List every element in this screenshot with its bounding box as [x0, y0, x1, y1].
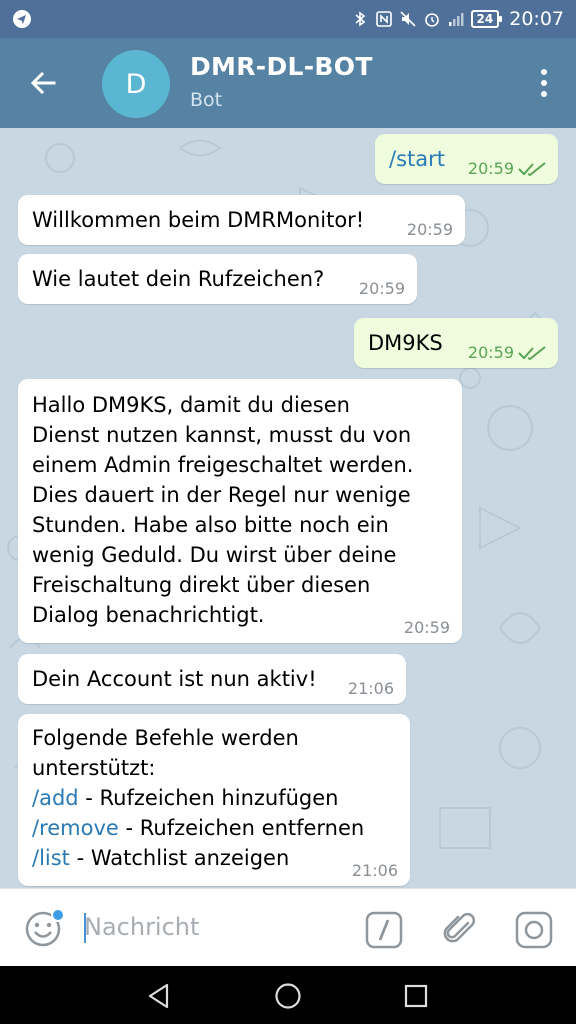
command-line: /remove - Rufzeichen entfernen: [32, 813, 364, 843]
message-line: Freischaltung direkt über diesen: [32, 573, 371, 597]
status-time: 20:07: [509, 8, 564, 30]
message-line: Dialog benachrichtigt.: [32, 603, 265, 627]
signal-icon: [448, 13, 464, 26]
chat-subtitle: Bot: [190, 89, 223, 111]
message-composer: [0, 888, 576, 966]
command-link-remove[interactable]: /remove: [32, 816, 119, 840]
message-line: Dienst nutzen kannst, musst du von: [32, 423, 412, 447]
message-time: 21:06: [347, 679, 394, 698]
bluetooth-icon: [355, 11, 365, 27]
mute-icon: [399, 11, 416, 27]
command-link-add[interactable]: /add: [32, 786, 79, 810]
incoming-message[interactable]: Hallo DM9KS, damit du diesen Dienst nutz…: [18, 379, 462, 643]
message-list[interactable]: /start 20:59 Willkommen beim DMRMonitor!…: [0, 128, 576, 888]
nav-recents-icon[interactable]: [403, 983, 429, 1009]
incoming-message[interactable]: Dein Account ist nun aktiv! 21:06: [18, 654, 406, 704]
nav-home-icon[interactable]: [274, 982, 302, 1010]
message-text: Dein Account ist nun aktiv!: [32, 667, 317, 691]
double-check-icon: [518, 162, 546, 177]
incoming-message[interactable]: Folgende Befehle werden unterstützt: /ad…: [18, 714, 410, 886]
alarm-icon: [424, 13, 439, 27]
outgoing-message[interactable]: DM9KS 20:59: [354, 318, 558, 368]
battery-indicator: 24: [470, 10, 502, 28]
message-text[interactable]: /start: [389, 144, 445, 174]
message-line: Hallo DM9KS, damit du diesen: [32, 393, 350, 417]
back-arrow-icon[interactable]: [24, 63, 64, 103]
avatar[interactable]: D: [102, 50, 170, 118]
message-time: 20:59: [406, 220, 453, 239]
avatar-letter: D: [125, 68, 147, 100]
message-time: 20:59: [403, 618, 450, 637]
incoming-message[interactable]: Willkommen beim DMRMonitor! 20:59: [18, 195, 465, 245]
system-navigation-bar: [0, 966, 576, 1024]
message-line: einem Admin freigeschaltet werden.: [32, 453, 414, 477]
command-description: - Watchlist anzeigen: [69, 846, 290, 870]
message-line: wenig Geduld. Du wirst über deine: [32, 543, 397, 567]
message-time: 20:59: [358, 279, 405, 298]
notification-dot: [51, 908, 65, 922]
nav-back-icon[interactable]: [145, 982, 173, 1010]
message-line: unterstützt:: [32, 756, 156, 780]
double-check-icon: [518, 346, 546, 361]
message-line: Dies dauert in der Regel nur wenige: [32, 483, 411, 507]
chat-title[interactable]: DMR-DL-BOT: [190, 52, 373, 81]
command-line: /list - Watchlist anzeigen: [32, 843, 364, 873]
telegram-notification-icon: [13, 10, 31, 28]
message-input[interactable]: [84, 907, 334, 947]
message-text: DM9KS: [368, 331, 443, 355]
incoming-message[interactable]: Wie lautet dein Rufzeichen? 20:59: [18, 254, 417, 304]
status-bar: 24 20:07: [0, 0, 576, 38]
message-time: 20:59: [467, 343, 514, 362]
message-text: Willkommen beim DMRMonitor!: [32, 208, 365, 232]
outgoing-message[interactable]: /start 20:59: [375, 134, 558, 184]
command-description: - Rufzeichen entfernen: [118, 816, 365, 840]
command-line: /add - Rufzeichen hinzufügen: [32, 783, 364, 813]
chat-header: D DMR-DL-BOT Bot: [0, 38, 576, 128]
message-line: Stunden. Habe also bitte noch ein: [32, 513, 389, 537]
camera-icon[interactable]: [514, 910, 554, 950]
message-time: 21:06: [351, 861, 398, 880]
bot-command-icon[interactable]: [364, 910, 404, 950]
message-line: Folgende Befehle werden: [32, 726, 299, 750]
message-time: 20:59: [467, 159, 514, 178]
command-description: - Rufzeichen hinzufügen: [78, 786, 339, 810]
message-text: Wie lautet dein Rufzeichen?: [32, 267, 325, 291]
nfc-icon: [375, 11, 392, 27]
command-link-list[interactable]: /list: [32, 846, 70, 870]
attach-icon[interactable]: [440, 909, 480, 949]
more-options-icon[interactable]: [538, 67, 550, 99]
